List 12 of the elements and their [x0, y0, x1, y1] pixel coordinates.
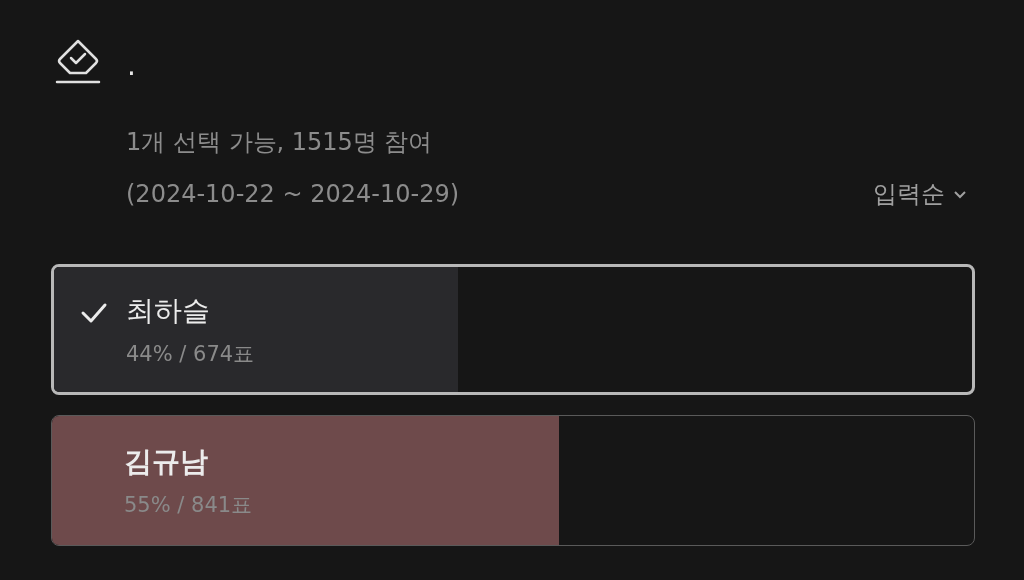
- poll-option[interactable]: 김규남 55% / 841표: [51, 415, 975, 546]
- poll-option[interactable]: 최하슬 44% / 674표: [51, 264, 975, 395]
- poll-title: .: [127, 52, 136, 84]
- option-result: 44% / 674표: [126, 340, 255, 368]
- poll-info: 1개 선택 가능, 1515명 참여: [126, 127, 434, 158]
- option-name: 최하슬: [126, 292, 211, 329]
- sort-dropdown[interactable]: 입력순: [873, 178, 975, 210]
- poll-period: (2024-10-22 ~ 2024-10-29): [126, 179, 460, 210]
- option-name: 김규남: [124, 443, 209, 480]
- poll-icon: [53, 38, 103, 86]
- caret-icon: [953, 189, 967, 199]
- option-result: 55% / 841표: [124, 491, 253, 519]
